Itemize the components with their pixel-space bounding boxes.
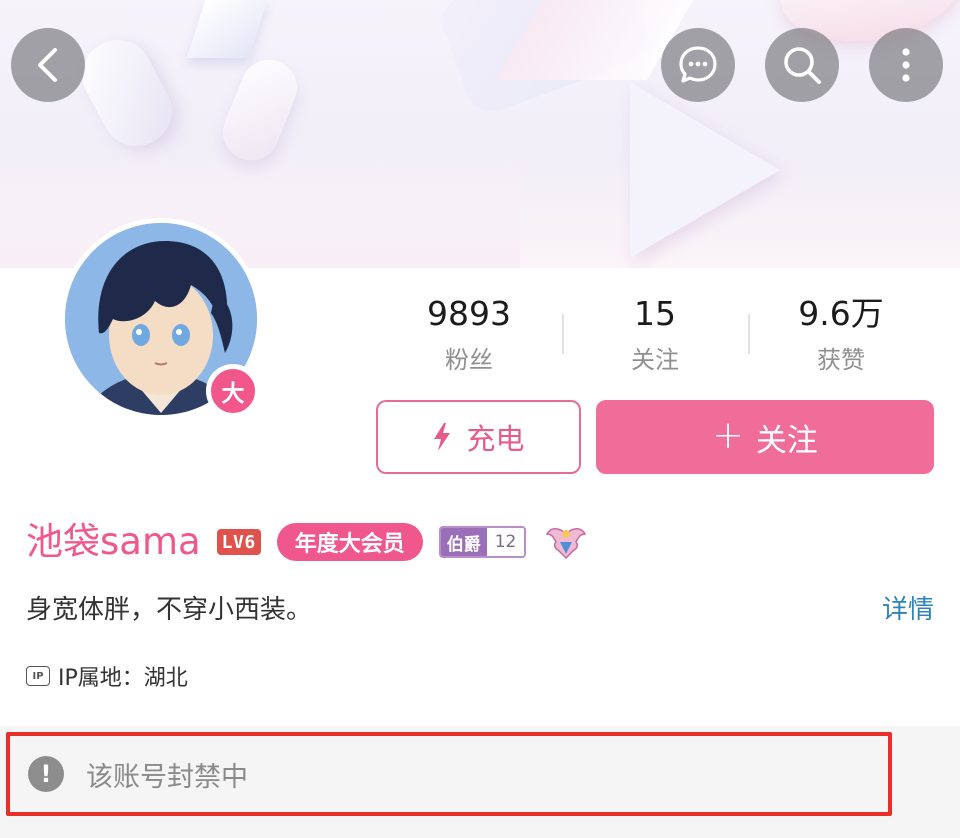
stat-value: 9.6万 (798, 294, 884, 333)
bio-text: 身宽体胖，不穿小西装。 (26, 595, 313, 625)
follow-button-label: 关注 (755, 422, 818, 459)
ban-notice-text: 该账号封禁中 (86, 761, 248, 793)
charge-button[interactable]: 充电 (376, 400, 581, 474)
stat-following[interactable]: 15 关注 (562, 292, 748, 382)
vip-badge: 大 (206, 364, 260, 418)
charge-button-label: 充电 (466, 422, 525, 456)
avatar-container[interactable]: 大 (60, 218, 262, 420)
back-button[interactable] (11, 28, 85, 102)
fan-medal[interactable]: 伯爵 12 (438, 526, 527, 558)
stat-label: 关注 (631, 346, 679, 374)
banner-decoration (70, 28, 184, 158)
banner-decoration (186, 0, 268, 58)
ip-icon: IP (26, 666, 50, 686)
search-icon (784, 47, 821, 84)
stat-value: 9893 (427, 294, 511, 333)
annual-vip-tag[interactable]: 年度大会员 (276, 523, 423, 561)
details-link[interactable]: 详情 (882, 588, 934, 632)
search-button[interactable] (765, 28, 839, 102)
stat-likes[interactable]: 9.6万 获赞 (748, 292, 934, 382)
stat-fans[interactable]: 9893 粉丝 (376, 292, 562, 382)
wing-badge-icon[interactable] (544, 522, 588, 562)
stat-label: 粉丝 (445, 346, 493, 374)
banner-decoration (630, 82, 780, 258)
level-badge: LV6 (216, 529, 261, 555)
lightning-icon (434, 423, 451, 451)
back-arrow-icon (38, 48, 57, 82)
medal-level: 12 (486, 528, 525, 556)
account-banned-notice: ! 该账号封禁中 (6, 732, 892, 816)
more-options-button[interactable] (869, 28, 943, 102)
medal-name: 伯爵 (440, 528, 487, 556)
chat-bubble-icon (679, 46, 717, 83)
profile-stats: 9893 粉丝 15 关注 9.6万 获赞 (376, 292, 934, 382)
plus-icon: + (712, 413, 744, 457)
follow-button[interactable]: + 关注 (596, 400, 934, 474)
ip-location-text: IP属地：湖北 (58, 666, 188, 691)
username: 池袋sama (26, 520, 201, 563)
stat-label: 获赞 (817, 346, 865, 374)
name-row: 池袋sama LV6 年度大会员 伯爵 12 (26, 514, 588, 570)
ip-location: IP IP属地：湖北 (26, 656, 188, 696)
stat-value: 15 (634, 294, 676, 333)
message-button[interactable] (661, 28, 735, 102)
more-vertical-icon (902, 48, 910, 82)
warning-icon: ! (28, 756, 64, 792)
